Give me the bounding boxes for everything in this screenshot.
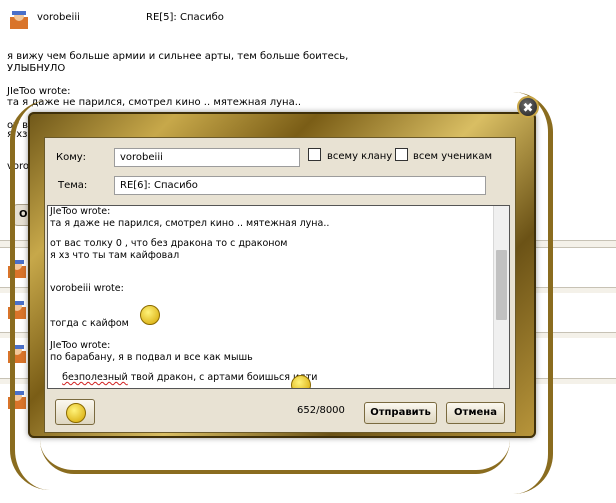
- students-checkbox[interactable]: [395, 148, 408, 161]
- smiley-icon: [291, 375, 311, 388]
- char-counter: 652/8000: [297, 405, 345, 416]
- frame-ornament: [40, 440, 510, 474]
- subject-field[interactable]: RE[6]: Спасибо: [114, 176, 486, 195]
- message-line: от вас толку 0 , что без дракона то с др…: [50, 238, 288, 249]
- to-field[interactable]: vorobeiii: [114, 148, 300, 167]
- misspelled-word: безполезный: [62, 372, 128, 383]
- message-textarea[interactable]: JIeToo wrote: та я даже не парился, смот…: [47, 205, 510, 389]
- send-button[interactable]: Отправить: [364, 402, 437, 424]
- scrollbar[interactable]: [493, 206, 509, 388]
- message-line: та я даже не парился, смотрел кино .. мя…: [50, 218, 330, 229]
- clan-checkbox[interactable]: [308, 148, 321, 161]
- message-line-rest: твой дракон, с артами боишься идти: [127, 372, 318, 383]
- smiley-icon: [66, 403, 86, 423]
- clan-label: всему клану: [327, 151, 393, 162]
- message-line: JIeToo wrote:: [50, 206, 111, 217]
- students-label: всем ученикам: [413, 151, 492, 162]
- post-subject: RE[5]: Спасибо: [146, 12, 224, 23]
- avatar-icon: [8, 9, 30, 31]
- smiley-button[interactable]: [55, 399, 95, 425]
- subject-label: Тема:: [58, 180, 88, 191]
- message-line: по барабану, я в подвал и все как мышь: [50, 352, 253, 363]
- close-icon[interactable]: ✖: [517, 96, 539, 118]
- message-line: JIeToo wrote:: [50, 340, 111, 351]
- message-line: я хз что ты там кайфовал: [50, 250, 180, 261]
- cancel-button[interactable]: Отмена: [446, 402, 505, 424]
- post-author[interactable]: vorobeiii: [37, 12, 80, 23]
- message-line: тогда с кайфом: [50, 318, 129, 329]
- message-line: безполезный твой дракон, с артами боишьс…: [50, 363, 492, 388]
- to-label: Кому:: [56, 152, 87, 163]
- scrollbar-thumb[interactable]: [496, 250, 507, 320]
- message-line: vorobeiii wrote:: [50, 283, 124, 294]
